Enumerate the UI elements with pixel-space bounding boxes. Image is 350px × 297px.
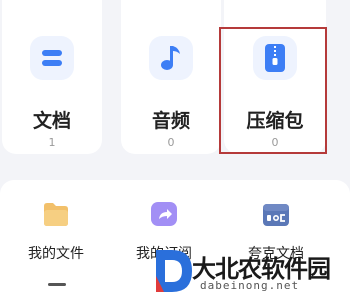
my-files-label: 我的文件	[28, 246, 84, 262]
document-icon	[30, 36, 74, 80]
category-documents[interactable]: 文档 1	[2, 0, 102, 154]
folder-icon	[41, 200, 71, 228]
music-note-icon	[149, 36, 193, 80]
category-label: 文档	[32, 110, 71, 132]
category-audio[interactable]: 音频 0	[121, 0, 221, 154]
share-icon	[149, 200, 179, 228]
watermark-logo-icon	[152, 246, 196, 297]
highlight-box	[219, 27, 327, 154]
doc-box-icon	[261, 200, 291, 228]
watermark-url: dabeinong.net	[200, 279, 300, 292]
category-count: 1	[48, 136, 56, 149]
category-label: 音频	[151, 110, 190, 132]
drag-handle[interactable]	[48, 283, 66, 286]
category-count: 0	[167, 136, 175, 149]
watermark: 大北农软件园 dabeinong.net	[152, 246, 350, 297]
